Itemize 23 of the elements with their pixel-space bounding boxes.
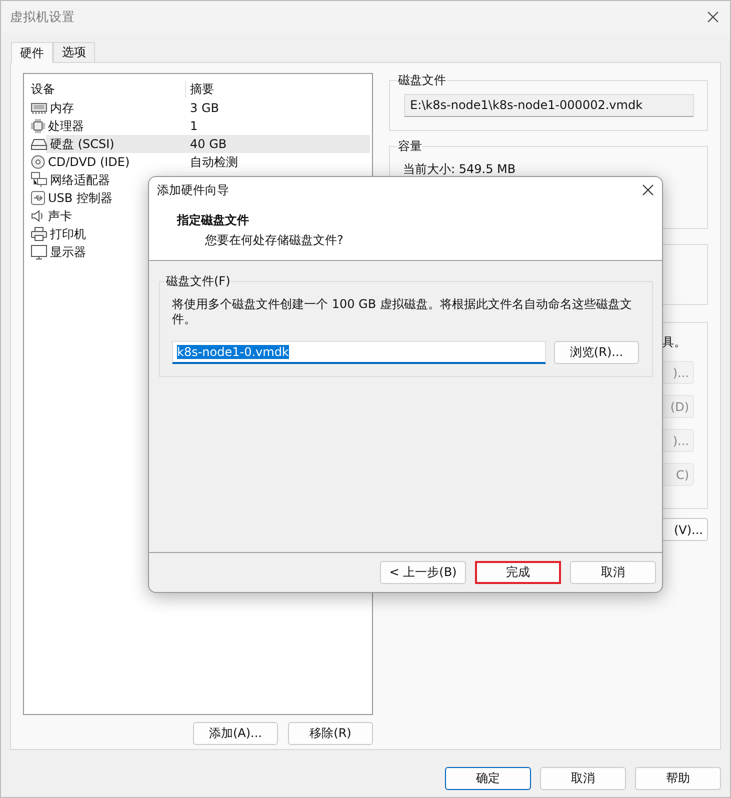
description-text: 将使用多个磁盘文件创建一个 100 GB 虚拟磁盘。将根据此文件名自动命名这些磁盘文件。 (172, 297, 633, 327)
device-name: 显示器 (50, 244, 86, 260)
device-name: 内存 (50, 100, 74, 116)
device-summary: 1 (189, 119, 198, 133)
device-summary: 3 GB (189, 101, 219, 115)
device-name: 打印机 (50, 226, 86, 242)
device-name: 处理器 (48, 118, 84, 134)
group-label: 磁盘文件 (397, 72, 447, 89)
column-header: 摘要 (185, 80, 214, 98)
device-name: 声卡 (48, 208, 72, 224)
device-name: 网络适配器 (50, 172, 110, 188)
group-label: 磁盘文件(F) (165, 273, 232, 290)
device-name: CD/DVD (IDE) (48, 155, 130, 169)
step-heading: 指定磁盘文件 (177, 212, 250, 229)
window-title: 虚拟机设置 (10, 8, 75, 26)
tools-description-text: 具。 (662, 334, 686, 350)
device-summary: 自动检测 (189, 154, 238, 170)
dialog-title: 添加硬件向导 (157, 182, 229, 198)
step-subheading: 您要在何处存储磁盘文件? (205, 232, 344, 249)
current-size-text: 当前大小: 549.5 MB (403, 161, 516, 178)
device-name: USB 控制器 (48, 190, 112, 206)
device-name: 硬盘 (SCSI) (50, 136, 114, 152)
column-header: 设备 (30, 80, 56, 98)
